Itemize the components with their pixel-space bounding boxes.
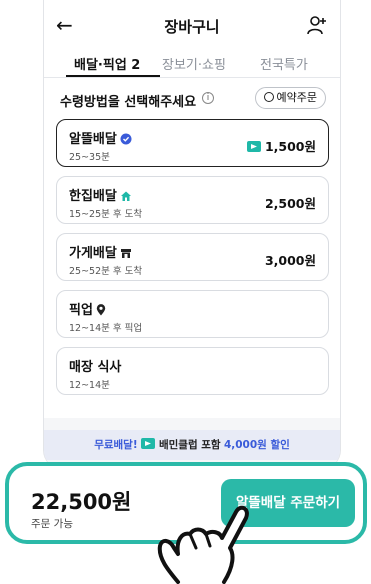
option-name: 매장 식사	[69, 360, 122, 375]
option-price: 3,000원	[264, 253, 316, 268]
clock-icon	[263, 92, 274, 102]
promo-discount: 4,000원 할인	[223, 439, 290, 451]
total-price: 22,500원	[31, 490, 132, 514]
promo-club-text: 배민클럽 포함	[158, 439, 221, 451]
baemin-club-icon	[140, 438, 155, 449]
delivery-options-list: 알뜰배달 25~35분 1,500원 한집배달 15~25분 후 도착 2,50…	[44, 118, 340, 418]
option-time: 25~35분	[69, 152, 110, 163]
option-dine-in[interactable]: 매장 식사 12~14분	[56, 347, 329, 395]
option-name-text: 픽업	[69, 303, 93, 318]
option-time: 25~52분 후 도착	[69, 266, 143, 277]
order-status: 주문 가능	[31, 518, 73, 530]
location-pin-icon	[96, 304, 106, 316]
option-price: 1,500원	[246, 136, 316, 155]
tab-national-deals[interactable]: 전국특가	[260, 54, 308, 73]
pointing-hand-icon	[157, 505, 249, 584]
promo-banner[interactable]: 무료배달! 배민클럽 포함 4,000원 할인	[44, 430, 340, 460]
tab-bar: 배달·픽업 2 장보기·쇼핑 전국특가	[44, 50, 340, 78]
option-name: 알뜰배달	[69, 128, 132, 147]
tab-grocery-shopping[interactable]: 장보기·쇼핑	[162, 54, 226, 73]
option-time: 12~14분 후 픽업	[69, 323, 143, 334]
page-title: 장바구니	[164, 18, 220, 36]
house-icon	[120, 191, 131, 201]
top-bar: ← 장바구니 배달·픽업 2 장보기·쇼핑 전국특가	[44, 0, 340, 78]
option-name-text: 알뜰배달	[69, 132, 117, 147]
option-price-text: 1,500원	[264, 139, 316, 154]
reserve-order-button[interactable]: 예약주문	[254, 87, 326, 109]
active-tab-indicator	[66, 75, 160, 77]
add-person-icon[interactable]	[306, 14, 328, 36]
section-heading-row: 수령방법을 선택해주세요 i 예약주문	[44, 78, 340, 118]
option-name: 픽업	[69, 299, 106, 318]
store-icon	[120, 249, 131, 258]
reserve-order-label: 예약주문	[276, 91, 317, 104]
info-icon[interactable]: i	[202, 92, 214, 104]
option-name: 가게배달	[69, 242, 132, 261]
option-name-text: 한집배달	[69, 189, 117, 204]
option-time: 15~25분 후 도착	[69, 209, 143, 220]
baemin-club-icon	[246, 141, 261, 152]
verified-badge-icon	[120, 133, 132, 145]
option-store-delivery[interactable]: 가게배달 25~52분 후 도착 3,000원	[56, 233, 329, 281]
phone-screen: ← 장바구니 배달·픽업 2 장보기·쇼핑 전국특가 수령방법을 선택해주세요 …	[43, 0, 341, 470]
promo-free-delivery: 무료배달!	[94, 439, 138, 451]
option-name: 한집배달	[69, 185, 132, 204]
tab-delivery-pickup[interactable]: 배달·픽업 2	[74, 54, 140, 73]
option-price: 2,500원	[264, 196, 316, 211]
option-single-delivery[interactable]: 한집배달 15~25분 후 도착 2,500원	[56, 176, 329, 224]
option-time: 12~14분	[69, 380, 110, 391]
option-cheap-delivery[interactable]: 알뜰배달 25~35분 1,500원	[56, 119, 329, 167]
option-pickup[interactable]: 픽업 12~14분 후 픽업	[56, 290, 329, 338]
section-heading: 수령방법을 선택해주세요	[60, 95, 197, 110]
option-name-text: 가게배달	[69, 246, 117, 261]
